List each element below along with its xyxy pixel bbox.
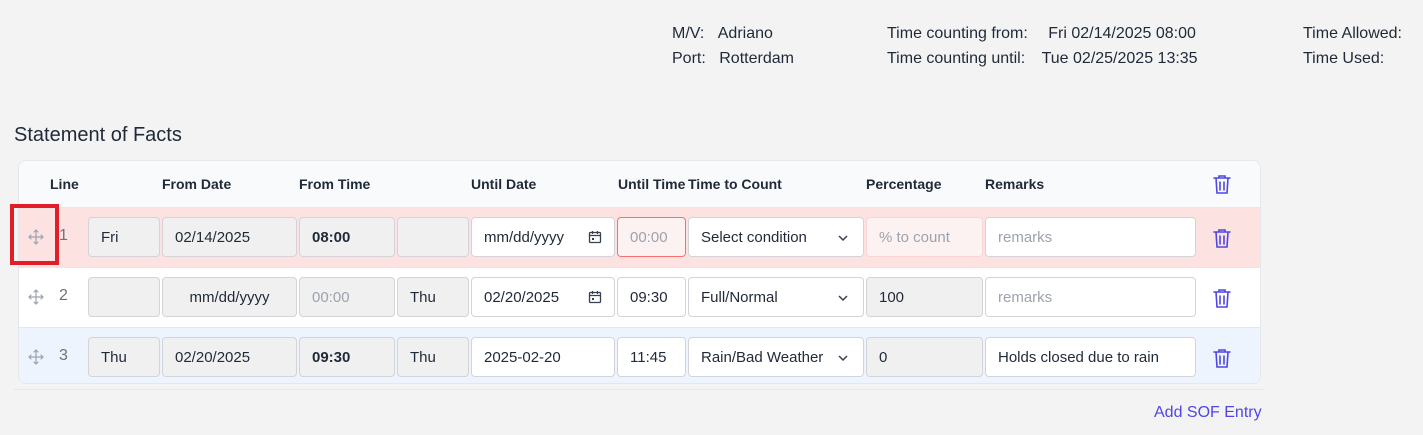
- add-sof-entry-link[interactable]: Add SOF Entry: [1154, 404, 1262, 422]
- line-number: 3: [59, 347, 68, 364]
- time-allowed-label: Time Allowed:: [1303, 25, 1402, 42]
- until-date-input[interactable]: mm/dd/yyyy: [471, 217, 615, 257]
- delete-all-trash-icon[interactable]: [1212, 173, 1232, 195]
- sof-table: Line From Date From Time Until Date Unti…: [18, 160, 1261, 384]
- until-time-input[interactable]: 11:45: [617, 337, 686, 377]
- time-from-row: Time counting from: Fri 02/14/2025 08:00: [887, 25, 1196, 43]
- time-until-label: Time counting until:: [887, 50, 1026, 67]
- drag-move-icon[interactable]: [28, 229, 44, 245]
- mv-row: M/V: Adriano: [672, 25, 773, 43]
- until-date-input[interactable]: 02/20/2025: [471, 277, 615, 317]
- until-date-value: mm/dd/yyyy: [484, 228, 565, 246]
- condition-value: Full/Normal: [701, 288, 778, 306]
- port-row: Port: Rotterdam: [672, 50, 794, 68]
- from-day-field: [88, 277, 160, 317]
- calendar-icon[interactable]: [588, 290, 602, 304]
- until-day-field: [397, 217, 469, 257]
- calendar-icon[interactable]: [588, 230, 602, 244]
- time-allowed-row: Time Allowed:: [1303, 25, 1402, 43]
- remarks-input[interactable]: remarks: [985, 277, 1196, 317]
- time-from-label: Time counting from:: [887, 25, 1028, 42]
- drag-move-icon[interactable]: [28, 349, 44, 365]
- time-used-row: Time Used:: [1303, 50, 1384, 68]
- line-number: 2: [59, 287, 68, 304]
- trash-icon[interactable]: [1212, 227, 1232, 249]
- from-day-field: Thu: [88, 337, 160, 377]
- condition-value: Rain/Bad Weather: [701, 348, 824, 366]
- col-until-date: Until Date: [471, 176, 537, 192]
- from-date-field[interactable]: 02/20/2025: [162, 337, 297, 377]
- chevron-down-icon: [838, 235, 848, 242]
- until-time-input[interactable]: 00:00: [617, 217, 686, 257]
- from-date-field[interactable]: 02/14/2025: [162, 217, 297, 257]
- col-percentage: Percentage: [866, 176, 942, 192]
- trash-icon[interactable]: [1212, 287, 1232, 309]
- table-row: 1 Fri 02/14/2025 08:00 mm/dd/yyyy 00:00 …: [19, 207, 1260, 267]
- from-date-field[interactable]: mm/dd/yyyy: [162, 277, 297, 317]
- until-time-input[interactable]: 09:30: [617, 277, 686, 317]
- until-date-input[interactable]: 2025-02-20: [471, 337, 615, 377]
- percentage-input[interactable]: 0: [866, 337, 983, 377]
- table-row: 3 Thu 02/20/2025 09:30 Thu 2025-02-20 11…: [19, 327, 1260, 383]
- time-used-label: Time Used:: [1303, 50, 1385, 67]
- time-until-row: Time counting until: Tue 02/25/2025 13:3…: [887, 50, 1198, 68]
- table-row: 2 mm/dd/yyyy 00:00 Thu 02/20/2025 09:30 …: [19, 267, 1260, 327]
- percentage-input[interactable]: 100: [866, 277, 983, 317]
- mv-value: Adriano: [717, 25, 773, 42]
- chevron-down-icon: [838, 295, 848, 302]
- condition-select[interactable]: Full/Normal: [688, 277, 864, 317]
- col-from-time: From Time: [299, 176, 371, 192]
- remarks-input[interactable]: remarks: [985, 217, 1196, 257]
- section-title: Statement of Facts: [14, 124, 182, 146]
- divider: [14, 389, 1264, 390]
- col-remarks: Remarks: [985, 176, 1045, 192]
- condition-value: Select condition: [701, 228, 807, 246]
- mv-label: M/V:: [672, 25, 705, 42]
- from-time-field[interactable]: 08:00: [299, 217, 395, 257]
- time-from-value: Fri 02/14/2025 08:00: [1048, 25, 1196, 42]
- col-time-to-count: Time to Count: [688, 176, 782, 192]
- from-time-field[interactable]: 00:00: [299, 277, 395, 317]
- from-day-field: Fri: [88, 217, 160, 257]
- col-until-time: Until Time: [618, 176, 686, 192]
- until-day-field: Thu: [397, 277, 469, 317]
- time-until-value: Tue 02/25/2025 13:35: [1041, 50, 1198, 67]
- col-line: Line: [50, 176, 79, 192]
- from-time-field[interactable]: 09:30: [299, 337, 395, 377]
- col-from-date: From Date: [162, 176, 232, 192]
- until-date-value: 02/20/2025: [484, 288, 560, 306]
- condition-select[interactable]: Select condition: [688, 217, 864, 257]
- remarks-input[interactable]: Holds closed due to rain: [985, 337, 1196, 377]
- chevron-down-icon: [838, 355, 848, 362]
- until-day-field: Thu: [397, 337, 469, 377]
- drag-move-icon[interactable]: [28, 289, 44, 305]
- percentage-input[interactable]: % to count: [866, 217, 983, 257]
- trash-icon[interactable]: [1212, 347, 1232, 369]
- line-number: 1: [59, 227, 68, 244]
- port-value: Rotterdam: [719, 50, 794, 67]
- table-header: Line From Date From Time Until Date Unti…: [19, 161, 1260, 207]
- port-label: Port:: [672, 50, 706, 67]
- condition-select[interactable]: Rain/Bad Weather: [688, 337, 864, 377]
